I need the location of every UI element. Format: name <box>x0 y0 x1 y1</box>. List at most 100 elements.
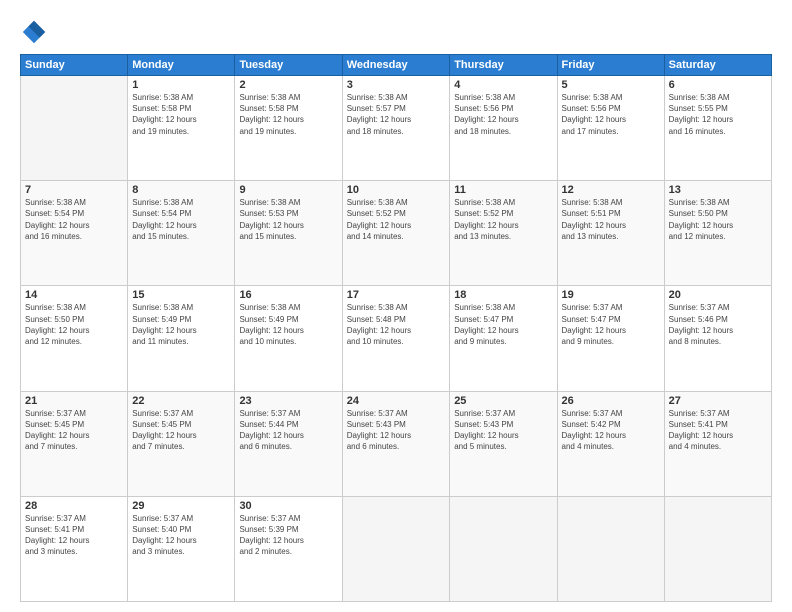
day-number: 25 <box>454 395 552 407</box>
calendar-cell: 29Sunrise: 5:37 AM Sunset: 5:40 PM Dayli… <box>128 496 235 601</box>
week-row-1: 7Sunrise: 5:38 AM Sunset: 5:54 PM Daylig… <box>21 181 772 286</box>
day-info: Sunrise: 5:37 AM Sunset: 5:43 PM Dayligh… <box>347 408 445 453</box>
calendar-cell: 14Sunrise: 5:38 AM Sunset: 5:50 PM Dayli… <box>21 286 128 391</box>
weekday-header-thursday: Thursday <box>450 55 557 76</box>
weekday-header-wednesday: Wednesday <box>342 55 449 76</box>
day-number: 30 <box>239 500 337 512</box>
day-info: Sunrise: 5:38 AM Sunset: 5:50 PM Dayligh… <box>25 302 123 347</box>
calendar-cell: 28Sunrise: 5:37 AM Sunset: 5:41 PM Dayli… <box>21 496 128 601</box>
weekday-header-friday: Friday <box>557 55 664 76</box>
calendar-cell: 18Sunrise: 5:38 AM Sunset: 5:47 PM Dayli… <box>450 286 557 391</box>
page: SundayMondayTuesdayWednesdayThursdayFrid… <box>0 0 792 612</box>
week-row-0: 1Sunrise: 5:38 AM Sunset: 5:58 PM Daylig… <box>21 76 772 181</box>
day-number: 16 <box>239 289 337 301</box>
calendar-cell: 25Sunrise: 5:37 AM Sunset: 5:43 PM Dayli… <box>450 391 557 496</box>
day-info: Sunrise: 5:38 AM Sunset: 5:55 PM Dayligh… <box>669 92 767 137</box>
day-info: Sunrise: 5:38 AM Sunset: 5:57 PM Dayligh… <box>347 92 445 137</box>
day-number: 14 <box>25 289 123 301</box>
day-info: Sunrise: 5:38 AM Sunset: 5:50 PM Dayligh… <box>669 197 767 242</box>
calendar-cell: 11Sunrise: 5:38 AM Sunset: 5:52 PM Dayli… <box>450 181 557 286</box>
logo <box>20 18 52 46</box>
day-number: 8 <box>132 184 230 196</box>
calendar-cell: 17Sunrise: 5:38 AM Sunset: 5:48 PM Dayli… <box>342 286 449 391</box>
calendar-cell <box>450 496 557 601</box>
day-info: Sunrise: 5:38 AM Sunset: 5:54 PM Dayligh… <box>25 197 123 242</box>
weekday-header-tuesday: Tuesday <box>235 55 342 76</box>
calendar-cell: 12Sunrise: 5:38 AM Sunset: 5:51 PM Dayli… <box>557 181 664 286</box>
calendar-cell: 10Sunrise: 5:38 AM Sunset: 5:52 PM Dayli… <box>342 181 449 286</box>
calendar-cell: 30Sunrise: 5:37 AM Sunset: 5:39 PM Dayli… <box>235 496 342 601</box>
day-info: Sunrise: 5:38 AM Sunset: 5:56 PM Dayligh… <box>562 92 660 137</box>
day-number: 21 <box>25 395 123 407</box>
weekday-header-sunday: Sunday <box>21 55 128 76</box>
weekday-header-saturday: Saturday <box>664 55 771 76</box>
day-number: 5 <box>562 79 660 91</box>
day-info: Sunrise: 5:38 AM Sunset: 5:53 PM Dayligh… <box>239 197 337 242</box>
day-info: Sunrise: 5:37 AM Sunset: 5:47 PM Dayligh… <box>562 302 660 347</box>
day-number: 13 <box>669 184 767 196</box>
calendar-cell: 21Sunrise: 5:37 AM Sunset: 5:45 PM Dayli… <box>21 391 128 496</box>
day-info: Sunrise: 5:38 AM Sunset: 5:54 PM Dayligh… <box>132 197 230 242</box>
day-number: 18 <box>454 289 552 301</box>
calendar-cell: 26Sunrise: 5:37 AM Sunset: 5:42 PM Dayli… <box>557 391 664 496</box>
calendar-cell: 13Sunrise: 5:38 AM Sunset: 5:50 PM Dayli… <box>664 181 771 286</box>
day-number: 11 <box>454 184 552 196</box>
day-number: 26 <box>562 395 660 407</box>
calendar-cell: 9Sunrise: 5:38 AM Sunset: 5:53 PM Daylig… <box>235 181 342 286</box>
calendar-cell: 22Sunrise: 5:37 AM Sunset: 5:45 PM Dayli… <box>128 391 235 496</box>
day-info: Sunrise: 5:37 AM Sunset: 5:42 PM Dayligh… <box>562 408 660 453</box>
day-number: 10 <box>347 184 445 196</box>
weekday-header-row: SundayMondayTuesdayWednesdayThursdayFrid… <box>21 55 772 76</box>
day-number: 24 <box>347 395 445 407</box>
day-number: 22 <box>132 395 230 407</box>
calendar-cell <box>21 76 128 181</box>
calendar-cell: 19Sunrise: 5:37 AM Sunset: 5:47 PM Dayli… <box>557 286 664 391</box>
day-number: 9 <box>239 184 337 196</box>
calendar-cell: 15Sunrise: 5:38 AM Sunset: 5:49 PM Dayli… <box>128 286 235 391</box>
day-info: Sunrise: 5:38 AM Sunset: 5:49 PM Dayligh… <box>239 302 337 347</box>
day-number: 28 <box>25 500 123 512</box>
calendar-cell: 1Sunrise: 5:38 AM Sunset: 5:58 PM Daylig… <box>128 76 235 181</box>
calendar-cell: 24Sunrise: 5:37 AM Sunset: 5:43 PM Dayli… <box>342 391 449 496</box>
day-number: 6 <box>669 79 767 91</box>
day-number: 27 <box>669 395 767 407</box>
day-info: Sunrise: 5:38 AM Sunset: 5:51 PM Dayligh… <box>562 197 660 242</box>
calendar-cell: 4Sunrise: 5:38 AM Sunset: 5:56 PM Daylig… <box>450 76 557 181</box>
day-number: 20 <box>669 289 767 301</box>
calendar-cell <box>342 496 449 601</box>
day-info: Sunrise: 5:37 AM Sunset: 5:45 PM Dayligh… <box>132 408 230 453</box>
day-number: 7 <box>25 184 123 196</box>
day-info: Sunrise: 5:38 AM Sunset: 5:52 PM Dayligh… <box>347 197 445 242</box>
calendar-cell: 3Sunrise: 5:38 AM Sunset: 5:57 PM Daylig… <box>342 76 449 181</box>
day-info: Sunrise: 5:37 AM Sunset: 5:41 PM Dayligh… <box>669 408 767 453</box>
calendar-cell: 16Sunrise: 5:38 AM Sunset: 5:49 PM Dayli… <box>235 286 342 391</box>
day-info: Sunrise: 5:38 AM Sunset: 5:52 PM Dayligh… <box>454 197 552 242</box>
day-info: Sunrise: 5:37 AM Sunset: 5:44 PM Dayligh… <box>239 408 337 453</box>
week-row-4: 28Sunrise: 5:37 AM Sunset: 5:41 PM Dayli… <box>21 496 772 601</box>
calendar-cell <box>557 496 664 601</box>
day-number: 29 <box>132 500 230 512</box>
calendar-cell: 5Sunrise: 5:38 AM Sunset: 5:56 PM Daylig… <box>557 76 664 181</box>
day-number: 19 <box>562 289 660 301</box>
logo-icon <box>20 18 48 46</box>
day-number: 3 <box>347 79 445 91</box>
day-info: Sunrise: 5:38 AM Sunset: 5:47 PM Dayligh… <box>454 302 552 347</box>
day-info: Sunrise: 5:38 AM Sunset: 5:58 PM Dayligh… <box>239 92 337 137</box>
calendar-cell: 20Sunrise: 5:37 AM Sunset: 5:46 PM Dayli… <box>664 286 771 391</box>
day-number: 2 <box>239 79 337 91</box>
day-number: 23 <box>239 395 337 407</box>
day-info: Sunrise: 5:38 AM Sunset: 5:58 PM Dayligh… <box>132 92 230 137</box>
calendar-cell: 7Sunrise: 5:38 AM Sunset: 5:54 PM Daylig… <box>21 181 128 286</box>
day-number: 4 <box>454 79 552 91</box>
day-info: Sunrise: 5:37 AM Sunset: 5:45 PM Dayligh… <box>25 408 123 453</box>
calendar-cell: 27Sunrise: 5:37 AM Sunset: 5:41 PM Dayli… <box>664 391 771 496</box>
day-info: Sunrise: 5:38 AM Sunset: 5:49 PM Dayligh… <box>132 302 230 347</box>
day-info: Sunrise: 5:37 AM Sunset: 5:46 PM Dayligh… <box>669 302 767 347</box>
day-info: Sunrise: 5:38 AM Sunset: 5:56 PM Dayligh… <box>454 92 552 137</box>
weekday-header-monday: Monday <box>128 55 235 76</box>
calendar-cell: 2Sunrise: 5:38 AM Sunset: 5:58 PM Daylig… <box>235 76 342 181</box>
calendar-cell: 23Sunrise: 5:37 AM Sunset: 5:44 PM Dayli… <box>235 391 342 496</box>
day-number: 17 <box>347 289 445 301</box>
day-info: Sunrise: 5:37 AM Sunset: 5:39 PM Dayligh… <box>239 513 337 558</box>
day-info: Sunrise: 5:38 AM Sunset: 5:48 PM Dayligh… <box>347 302 445 347</box>
